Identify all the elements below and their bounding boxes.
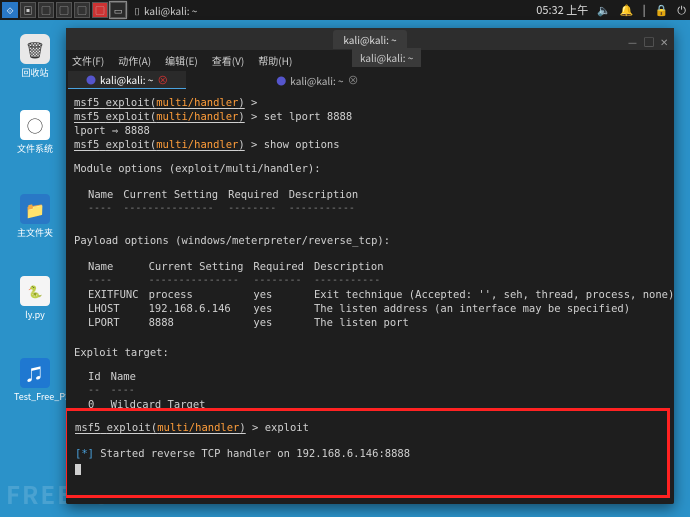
lock-icon[interactable]: 🔒 (655, 2, 669, 18)
payload-options-table: NameCurrent SettingRequiredDescription -… (88, 260, 674, 330)
drive-icon: ◯ (20, 110, 50, 140)
desktop-home[interactable]: 📁主文件夹 (14, 194, 56, 239)
minimize-icon[interactable]: — (628, 34, 638, 44)
payload-row: EXITFUNCprocessyesExit technique (Accept… (88, 288, 674, 302)
clock[interactable]: 05:32 上午 (536, 2, 588, 18)
power-icon[interactable]: ⏻ (677, 2, 686, 18)
menu-view[interactable]: 查看(V) (212, 53, 245, 68)
menu-file[interactable]: 文件(F) (72, 53, 104, 68)
tab-dot-icon: ● (276, 73, 286, 88)
menu-action[interactable]: 动作(A) (118, 53, 151, 68)
tab-close-icon[interactable]: ⊗ (348, 72, 359, 88)
system-topbar: ⟐ ▣ ▢ ▢ ▢ ▢ ▭ ⌷ kali@kali: ~ 05:32 上午 🔈 … (0, 0, 690, 20)
module-options-table: NameCurrent SettingRequiredDescription -… (88, 188, 368, 216)
payload-row: LPORT8888yesThe listen port (88, 316, 674, 330)
tab-dot-icon: ● (86, 72, 96, 87)
window-titlebar[interactable]: kali@kali: ~ — ▢ ✕ (66, 28, 674, 50)
payload-options-header: Payload options (windows/meterpreter/rev… (74, 234, 666, 248)
terminal-icon: ⌷ (134, 3, 140, 18)
terminal-tab-1[interactable]: ●kali@kali: ~⊗ (68, 71, 186, 89)
separator: | (643, 2, 646, 18)
files-icon[interactable]: ▣ (20, 2, 36, 18)
terminal-task-active[interactable]: ▭ (110, 2, 126, 18)
terminal-window: kali@kali: ~ — ▢ ✕ 文件(F) 动作(A) 编辑(E) 查看(… (66, 28, 674, 504)
menu-help[interactable]: 帮助(H) (258, 53, 292, 68)
tab-close-icon[interactable]: ⊗ (157, 72, 168, 88)
desktop-trash[interactable]: 🗑回收站 (14, 34, 56, 79)
notification-icon[interactable]: 🔔 (620, 2, 634, 18)
volume-icon[interactable]: 🔈 (597, 2, 611, 18)
window-title: kali@kali: ~ (333, 30, 406, 49)
app-launcher-icon[interactable]: ⟐ (2, 2, 18, 18)
python-icon: 🐍 (20, 276, 50, 306)
payload-row: LHOST192.168.6.146yesThe listen address … (88, 302, 674, 316)
terminal-tab-2[interactable]: ●kali@kali: ~⊗ (258, 71, 376, 89)
desktop-python-file[interactable]: 🐍ly.py (14, 276, 56, 321)
taskbar-app-title: kali@kali: ~ (144, 3, 197, 18)
desktop-switch-2[interactable]: ▢ (56, 2, 72, 18)
trash-icon: 🗑 (20, 34, 50, 64)
exploit-target-table: IdName ------ 0Wildcard Target (88, 370, 215, 412)
external-tab-label: kali@kali: ~ (352, 48, 421, 67)
close-icon[interactable]: ✕ (660, 34, 670, 44)
desktop-mp3-file[interactable]: ♫Test_Free_P3.mp3 (14, 358, 56, 403)
taskbar-app[interactable]: ⌷ kali@kali: ~ (134, 3, 197, 18)
topbar-launchers: ⟐ ▣ ▢ ▢ ▢ ▢ ▭ ⌷ kali@kali: ~ (0, 2, 197, 18)
desktop-filesystem[interactable]: ◯文件系统 (14, 110, 56, 155)
desktop-switch-4[interactable]: ▢ (92, 2, 108, 18)
maximize-icon[interactable]: ▢ (644, 34, 654, 44)
system-tray: 05:32 上午 🔈 🔔 | 🔒 ⏻ (536, 0, 686, 20)
folder-icon: 📁 (20, 194, 50, 224)
music-icon: ♫ (20, 358, 50, 388)
highlight-box: msf5 exploit(multi/handler) > exploit [*… (66, 408, 670, 498)
terminal-cursor (75, 464, 81, 475)
desktop-switch-1[interactable]: ▢ (38, 2, 54, 18)
window-controls: — ▢ ✕ (628, 34, 670, 44)
terminal-output[interactable]: msf5 exploit(multi/handler) > msf5 explo… (66, 90, 674, 504)
menu-edit[interactable]: 编辑(E) (165, 53, 198, 68)
terminal-tabbar: ●kali@kali: ~⊗ ●kali@kali: ~⊗ (66, 70, 674, 90)
module-options-header: Module options (exploit/multi/handler): (74, 162, 666, 176)
desktop-switch-3[interactable]: ▢ (74, 2, 90, 18)
exploit-target-header: Exploit target: (74, 346, 666, 360)
